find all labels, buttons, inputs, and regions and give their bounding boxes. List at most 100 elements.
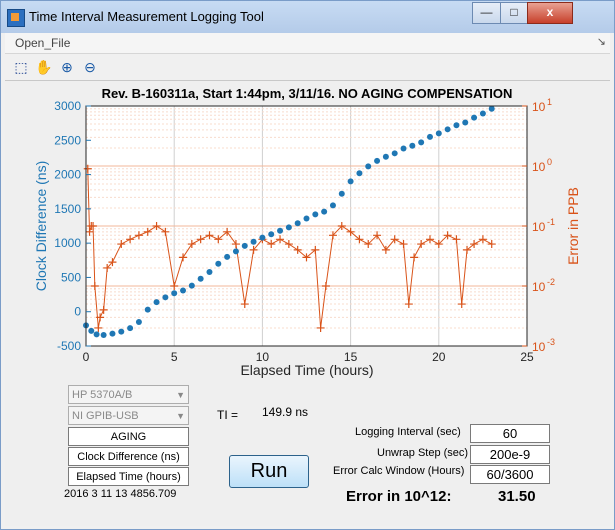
calc-window-input[interactable]: 60/3600 (470, 465, 550, 484)
clock-point (374, 157, 381, 164)
left-tick-label: 500 (61, 270, 81, 284)
clock-point (206, 268, 213, 275)
menu-open-file[interactable]: Open_File (15, 36, 70, 50)
clock-point (127, 325, 134, 332)
x-tick-label: 20 (432, 350, 446, 364)
clock-point (171, 290, 178, 297)
clock-point (488, 105, 495, 112)
clock-point (347, 178, 354, 185)
clock-point (303, 215, 310, 222)
clock-point (294, 220, 301, 227)
left-tick-label: 1500 (54, 202, 81, 216)
x-tick-label: 25 (520, 350, 534, 364)
clock-point (444, 126, 451, 133)
clock-point (268, 231, 275, 238)
app-window: Time Interval Measurement Logging Tool —… (0, 0, 615, 530)
maximize-button[interactable]: □ (500, 2, 528, 24)
clock-point (88, 327, 95, 334)
clock-point (215, 260, 222, 267)
logging-interval-input[interactable]: 60 (470, 424, 550, 443)
left-tick-label: 3000 (54, 99, 81, 113)
right-tick-exponent: 1 (547, 97, 552, 107)
right-tick-exponent: -3 (547, 337, 555, 347)
clock-point (259, 234, 266, 241)
clock-point (232, 248, 239, 255)
right-tick-exponent: 0 (547, 157, 552, 167)
x-tick-label: 5 (171, 350, 178, 364)
clock-point (162, 294, 169, 301)
left-tick-label: 2000 (54, 168, 81, 182)
ti-value: 149.9 ns (262, 405, 309, 419)
clock-point (312, 211, 319, 218)
clock-point (277, 227, 284, 234)
clock-point (338, 190, 345, 197)
chevron-down-icon: ▼ (176, 390, 185, 400)
right-tick-label: 10 (532, 280, 546, 294)
calc-window-label: Error Calc Window (Hours) (333, 465, 465, 477)
aging-compensation-button[interactable]: AGING COMPENSATION (68, 427, 189, 461)
clock-point (471, 114, 478, 121)
clock-point (93, 331, 100, 338)
clock-point (391, 150, 398, 157)
pan-icon[interactable]: ✋ (34, 57, 54, 77)
title-bar[interactable]: Time Interval Measurement Logging Tool —… (1, 1, 614, 33)
clock-point (356, 170, 363, 177)
clock-point (224, 253, 231, 260)
clock-point (109, 330, 116, 337)
clock-point (426, 133, 433, 140)
clock-point (100, 332, 107, 339)
right-tick-label: 10 (532, 220, 546, 234)
clock-difference-button[interactable]: Clock Difference (ns) (68, 447, 189, 466)
clock-point (250, 238, 257, 245)
left-tick-label: 1000 (54, 236, 81, 250)
clock-point (321, 208, 328, 215)
clock-point (382, 153, 389, 160)
left-tick-label: 2500 (54, 133, 81, 147)
minimize-button[interactable]: — (472, 2, 501, 24)
clock-point (329, 202, 336, 209)
clock-point (241, 242, 248, 249)
clock-point (409, 142, 416, 149)
zoom-in-icon[interactable]: ⊕ (57, 57, 77, 77)
right-axis-label: Error in PPB (565, 187, 581, 265)
clock-point (118, 328, 125, 335)
ti-label: TI = (217, 408, 239, 422)
instrument-select[interactable]: HP 5370A/B ▼ (68, 385, 189, 404)
interface-select[interactable]: NI GPIB-USB ▼ (68, 406, 189, 425)
run-button[interactable]: Run (229, 455, 309, 488)
x-tick-label: 0 (83, 350, 90, 364)
interface-value: NI GPIB-USB (72, 410, 139, 422)
error-value: 31.50 (498, 488, 536, 505)
timestamp-readout: 2016 3 11 13 4856.709 (64, 488, 177, 500)
toolbar: ⬚ ✋ ⊕ ⊖ (5, 54, 610, 81)
figure-area: -500 0 500 1000 1500 2000 2500 3000 10 -3 10 -2 10-… (5, 81, 610, 526)
menu-overflow-icon[interactable]: ↘ (597, 35, 606, 48)
left-axis-label: Clock Difference (ns) (33, 161, 49, 291)
clock-point (153, 299, 160, 306)
right-tick-label: 10 (532, 100, 546, 114)
right-tick-label: 10 (532, 160, 546, 174)
clock-point (180, 287, 187, 294)
error-label: Error in 10^12: (346, 488, 452, 505)
unwrap-step-input[interactable]: 200e-9 (470, 445, 550, 464)
menu-bar: Open_File ↘ (5, 33, 610, 54)
chevron-down-icon: ▼ (176, 411, 185, 421)
left-axis-ticks: -500 0 500 1000 1500 2000 2500 3000 (54, 99, 91, 353)
clock-point (462, 119, 469, 126)
clock-point (188, 282, 195, 289)
elapsed-time-button[interactable]: Elapsed Time (hours) (68, 467, 189, 486)
zoom-out-icon[interactable]: ⊖ (80, 57, 100, 77)
clock-point (197, 275, 204, 282)
window-title: Time Interval Measurement Logging Tool (29, 9, 264, 24)
clock-point (144, 306, 151, 313)
chart-title: Rev. B-160311a, Start 1:44pm, 3/11/16. N… (102, 86, 513, 101)
x-axis-label: Elapsed Time (hours) (240, 362, 373, 378)
clock-point (435, 130, 442, 137)
close-button[interactable]: x (527, 2, 573, 24)
left-tick-label: 0 (74, 305, 81, 319)
clock-point (285, 224, 292, 231)
clock-point (135, 319, 142, 325)
data-cursor-icon[interactable]: ⬚ (11, 57, 31, 77)
clock-point (365, 163, 372, 170)
chart[interactable]: -500050010001500200025003000 10 -310 -210-… (5, 81, 610, 381)
